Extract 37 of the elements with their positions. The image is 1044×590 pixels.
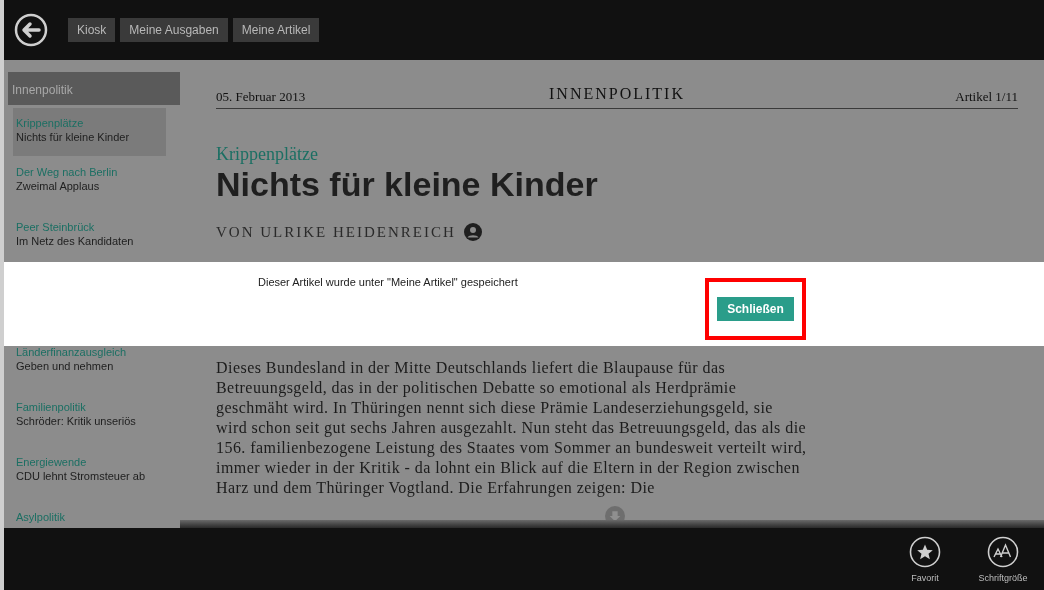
nav-tab[interactable]: Meine Ausgaben [120,18,228,42]
item-kicker: Der Weg nach Berlin [16,165,119,179]
item-title: Im Netz des Kandidaten [16,234,135,248]
nav-tab[interactable]: Meine Artikel [232,18,320,42]
item-title: Zweimal Applaus [16,179,101,193]
byline: VON ULRIKE HEIDENREICH [216,223,456,242]
favorite-button[interactable]: Favorit [896,536,954,586]
item-title: CDU lehnt Stromsteuer ab [16,469,146,483]
sidebar-item[interactable]: Familienpolitik Schröder: Kritik unseriös [13,391,166,446]
article-paragraph: Dieses Bundesland in der Mitte Deutschlands liefert die Blaupause für das Betreuungsgeld, das in der politischen Debatte so emotional als Herdprämie geschmäht wird. In Thüringen nennt sich diese Prämie Landeserziehungsgeld, sie wird schon seit gut sechs Jahren ausgezahlt. Nun steht das Betreuungsgeld, das als die 156. familienbezogene Leistung des Staates vom Sommer an bundesweit verteilt wird, immer wieder in der Kritik - da lohnt ein Blick auf die Eltern in der Region zwischen Harz und dem Thüringer Vogtland. Die Erfahrungen zeigen: Die [216,357,808,498]
person-icon [463,223,482,242]
item-kicker: Familienpolitik [16,400,87,414]
item-kicker: Länderfinanzausgleich [16,345,128,359]
article-title: Nichts für kleine Kinder [216,165,599,203]
item-kicker: Energiewende [16,455,88,469]
item-title: Nichts für kleine Kinder [16,130,131,144]
item-title: Geben und nehmen [16,359,115,373]
sidebar-item[interactable]: Der Weg nach Berlin Zweimal Applaus [13,156,166,211]
back-button[interactable] [14,13,48,47]
dialog-message: Dieser Artikel wurde unter "Meine Artikel" gespeichert [258,275,518,290]
sidebar-item[interactable]: Peer Steinbrück Im Netz des Kandidaten [13,211,166,266]
font-size-button[interactable]: Schriftgröße [974,536,1032,586]
nav-tab[interactable]: Kiosk [68,18,116,42]
sidebar-item[interactable]: Energiewende CDU lehnt Stromsteuer ab [13,446,166,501]
section-header: Innenpolitik [8,72,180,105]
section-title: INNENPOLITIK [549,84,685,104]
date-text: 05. Februar 2013 [216,87,307,106]
item-kicker: Asylpolitik [16,510,66,524]
item-kicker: Peer Steinbrück [16,220,96,234]
item-kicker: Krippenplätze [16,116,85,130]
article-kicker: Krippenplätze [216,143,319,165]
article-counter: Artikel 1/11 [954,87,1018,106]
font-size-icon [987,536,1019,568]
back-icon [14,13,48,47]
sidebar-item[interactable]: Krippenplätze Nichts für kleine Kinder [13,108,166,156]
close-button[interactable]: Schließen [717,297,794,321]
item-title: Schröder: Kritik unseriös [16,414,137,428]
